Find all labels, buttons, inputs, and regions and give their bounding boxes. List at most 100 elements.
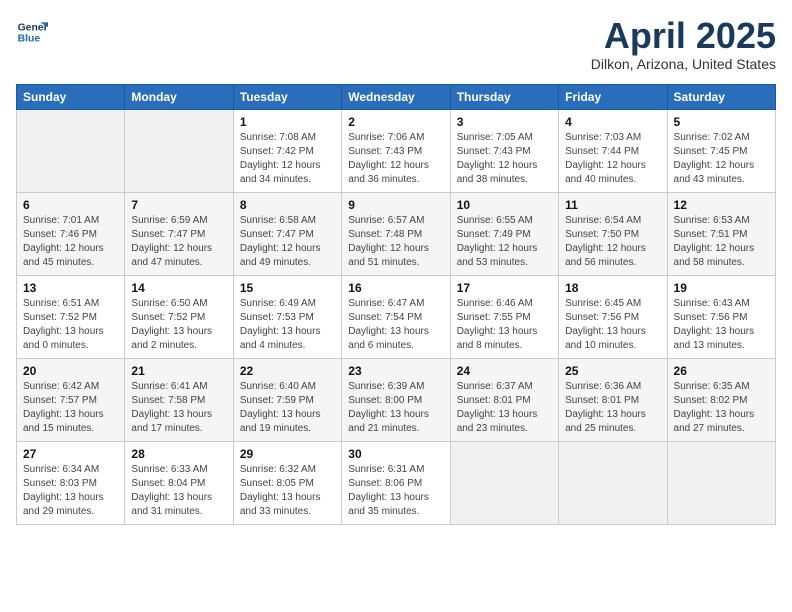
day-info: Sunrise: 6:53 AM Sunset: 7:51 PM Dayligh… (674, 214, 769, 270)
calendar-cell: 21Sunrise: 6:41 AM Sunset: 7:58 PM Dayli… (125, 358, 233, 441)
day-info: Sunrise: 6:39 AM Sunset: 8:00 PM Dayligh… (348, 380, 443, 436)
calendar-title: April 2025 (591, 16, 776, 56)
weekday-header-saturday: Saturday (667, 84, 775, 109)
calendar-cell: 10 Sunrise: 6:55 AM Sunset: 7:49 PM Dayli… (450, 192, 558, 275)
week-row-1: 1Sunrise: 7:08 AM Sunset: 7:42 PM Daylig… (17, 109, 776, 192)
weekday-header-wednesday: Wednesday (342, 84, 450, 109)
week-row-2: 6Sunrise: 7:01 AM Sunset: 7:46 PM Daylig… (17, 192, 776, 275)
day-number: 30 (348, 447, 443, 461)
day-number: 2 (348, 115, 443, 129)
day-info: Sunrise: 6:32 AM Sunset: 8:05 PM Dayligh… (240, 463, 335, 519)
day-number: 7 (131, 198, 226, 212)
day-info: Sunrise: 6:45 AM Sunset: 7:56 PM Dayligh… (565, 297, 660, 353)
calendar-cell: 15 Sunrise: 6:49 AM Sunset: 7:53 PM Dayli… (233, 275, 341, 358)
weekday-header-row: SundayMondayTuesdayWednesdayThursdayFrid… (17, 84, 776, 109)
calendar-cell: 27 Sunrise: 6:34 AM Sunset: 8:03 PM Dayli… (17, 441, 125, 524)
page-header: General Blue April 2025 Dilkon, Arizona,… (16, 16, 776, 72)
calendar-cell: 6Sunrise: 7:01 AM Sunset: 7:46 PM Daylig… (17, 192, 125, 275)
calendar-cell: 23 Sunrise: 6:39 AM Sunset: 8:00 PM Dayli… (342, 358, 450, 441)
calendar-cell (125, 109, 233, 192)
calendar-cell: 2 Sunrise: 7:06 AM Sunset: 7:43 PM Daylig… (342, 109, 450, 192)
day-info: Sunrise: 7:06 AM Sunset: 7:43 PM Dayligh… (348, 131, 443, 187)
day-info: Sunrise: 6:37 AM Sunset: 8:01 PM Dayligh… (457, 380, 552, 436)
day-number: 23 (348, 364, 443, 378)
day-info: Sunrise: 6:41 AM Sunset: 7:58 PM Dayligh… (131, 380, 226, 436)
day-number: 27 (23, 447, 118, 461)
day-number: 17 (457, 281, 552, 295)
calendar-cell (559, 441, 667, 524)
day-number: 15 (240, 281, 335, 295)
calendar-cell: 11 Sunrise: 6:54 AM Sunset: 7:50 PM Dayli… (559, 192, 667, 275)
day-info: Sunrise: 6:54 AM Sunset: 7:50 PM Dayligh… (565, 214, 660, 270)
calendar-cell: 24 Sunrise: 6:37 AM Sunset: 8:01 PM Dayli… (450, 358, 558, 441)
day-info: Sunrise: 6:46 AM Sunset: 7:55 PM Dayligh… (457, 297, 552, 353)
week-row-5: 27 Sunrise: 6:34 AM Sunset: 8:03 PM Dayli… (17, 441, 776, 524)
day-number: 13 (23, 281, 118, 295)
day-number: 10 (457, 198, 552, 212)
day-number: 22 (240, 364, 335, 378)
day-info: Sunrise: 7:05 AM Sunset: 7:43 PM Dayligh… (457, 131, 552, 187)
weekday-header-thursday: Thursday (450, 84, 558, 109)
calendar-cell: 8 Sunrise: 6:58 AM Sunset: 7:47 PM Daylig… (233, 192, 341, 275)
day-info: Sunrise: 6:31 AM Sunset: 8:06 PM Dayligh… (348, 463, 443, 519)
weekday-header-monday: Monday (125, 84, 233, 109)
calendar-cell: 28 Sunrise: 6:33 AM Sunset: 8:04 PM Dayli… (125, 441, 233, 524)
day-number: 24 (457, 364, 552, 378)
day-number: 11 (565, 198, 660, 212)
calendar-cell: 26Sunrise: 6:35 AM Sunset: 8:02 PM Dayli… (667, 358, 775, 441)
day-number: 14 (131, 281, 226, 295)
calendar-cell: 1Sunrise: 7:08 AM Sunset: 7:42 PM Daylig… (233, 109, 341, 192)
day-info: Sunrise: 6:35 AM Sunset: 8:02 PM Dayligh… (674, 380, 769, 436)
day-number: 3 (457, 115, 552, 129)
svg-text:Blue: Blue (18, 34, 41, 45)
day-info: Sunrise: 6:50 AM Sunset: 7:52 PM Dayligh… (131, 297, 226, 353)
day-info: Sunrise: 6:42 AM Sunset: 7:57 PM Dayligh… (23, 380, 118, 436)
calendar-cell (667, 441, 775, 524)
calendar-subtitle: Dilkon, Arizona, United States (591, 56, 776, 72)
day-info: Sunrise: 6:34 AM Sunset: 8:03 PM Dayligh… (23, 463, 118, 519)
calendar-cell: 5Sunrise: 7:02 AM Sunset: 7:45 PM Daylig… (667, 109, 775, 192)
calendar-cell: 18 Sunrise: 6:45 AM Sunset: 7:56 PM Dayli… (559, 275, 667, 358)
day-info: Sunrise: 6:47 AM Sunset: 7:54 PM Dayligh… (348, 297, 443, 353)
calendar-cell: 17 Sunrise: 6:46 AM Sunset: 7:55 PM Dayli… (450, 275, 558, 358)
day-number: 28 (131, 447, 226, 461)
day-info: Sunrise: 6:59 AM Sunset: 7:47 PM Dayligh… (131, 214, 226, 270)
calendar-cell: 20Sunrise: 6:42 AM Sunset: 7:57 PM Dayli… (17, 358, 125, 441)
day-number: 5 (674, 115, 769, 129)
day-number: 9 (348, 198, 443, 212)
day-number: 8 (240, 198, 335, 212)
calendar-cell: 16 Sunrise: 6:47 AM Sunset: 7:54 PM Dayli… (342, 275, 450, 358)
title-block: April 2025 Dilkon, Arizona, United State… (591, 16, 776, 72)
calendar-cell: 12 Sunrise: 6:53 AM Sunset: 7:51 PM Dayli… (667, 192, 775, 275)
calendar-cell: 29 Sunrise: 6:32 AM Sunset: 8:05 PM Dayli… (233, 441, 341, 524)
day-number: 29 (240, 447, 335, 461)
day-info: Sunrise: 7:01 AM Sunset: 7:46 PM Dayligh… (23, 214, 118, 270)
day-info: Sunrise: 6:58 AM Sunset: 7:47 PM Dayligh… (240, 214, 335, 270)
calendar-cell: 9Sunrise: 6:57 AM Sunset: 7:48 PM Daylig… (342, 192, 450, 275)
day-info: Sunrise: 6:49 AM Sunset: 7:53 PM Dayligh… (240, 297, 335, 353)
day-info: Sunrise: 6:51 AM Sunset: 7:52 PM Dayligh… (23, 297, 118, 353)
day-number: 12 (674, 198, 769, 212)
weekday-header-sunday: Sunday (17, 84, 125, 109)
calendar-cell: 13 Sunrise: 6:51 AM Sunset: 7:52 PM Dayli… (17, 275, 125, 358)
calendar-cell (17, 109, 125, 192)
logo-icon: General Blue (16, 16, 48, 48)
day-info: Sunrise: 6:36 AM Sunset: 8:01 PM Dayligh… (565, 380, 660, 436)
day-info: Sunrise: 6:33 AM Sunset: 8:04 PM Dayligh… (131, 463, 226, 519)
day-number: 16 (348, 281, 443, 295)
calendar-cell: 25 Sunrise: 6:36 AM Sunset: 8:01 PM Dayli… (559, 358, 667, 441)
weekday-header-friday: Friday (559, 84, 667, 109)
calendar-cell: 7 Sunrise: 6:59 AM Sunset: 7:47 PM Daylig… (125, 192, 233, 275)
day-info: Sunrise: 6:55 AM Sunset: 7:49 PM Dayligh… (457, 214, 552, 270)
day-info: Sunrise: 7:03 AM Sunset: 7:44 PM Dayligh… (565, 131, 660, 187)
calendar-cell: 22Sunrise: 6:40 AM Sunset: 7:59 PM Dayli… (233, 358, 341, 441)
day-number: 19 (674, 281, 769, 295)
calendar-cell (450, 441, 558, 524)
day-number: 25 (565, 364, 660, 378)
weekday-header-tuesday: Tuesday (233, 84, 341, 109)
calendar-table: SundayMondayTuesdayWednesdayThursdayFrid… (16, 84, 776, 525)
calendar-cell: 3 Sunrise: 7:05 AM Sunset: 7:43 PM Daylig… (450, 109, 558, 192)
day-number: 18 (565, 281, 660, 295)
calendar-cell: 30 Sunrise: 6:31 AM Sunset: 8:06 PM Dayli… (342, 441, 450, 524)
calendar-cell: 4Sunrise: 7:03 AM Sunset: 7:44 PM Daylig… (559, 109, 667, 192)
